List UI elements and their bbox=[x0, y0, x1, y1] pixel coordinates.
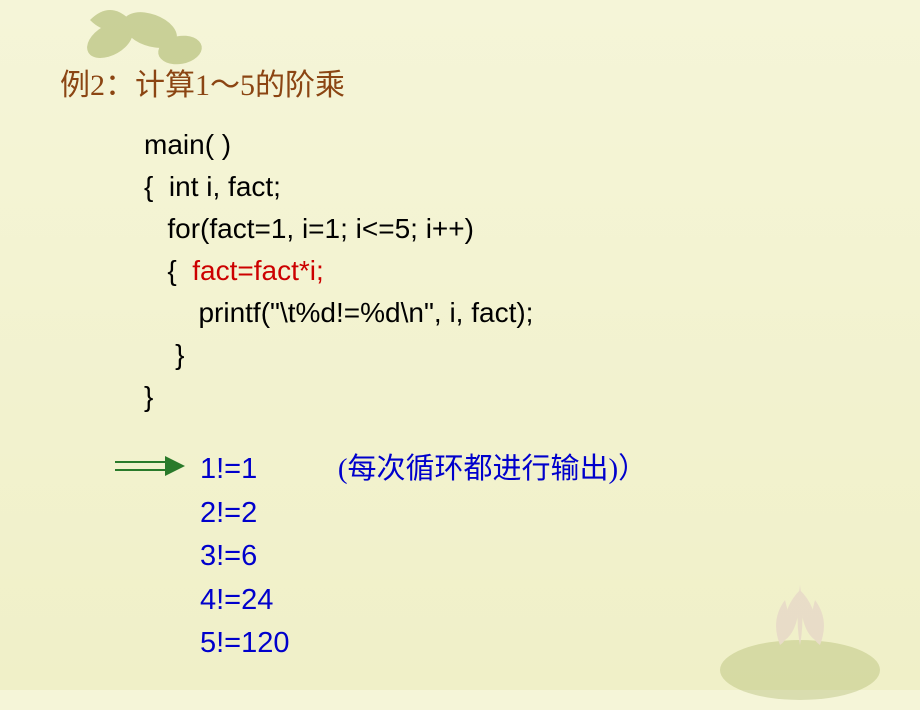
code-line-1: main( ) bbox=[144, 129, 231, 160]
code-line-6: } bbox=[144, 339, 184, 370]
code-line-5: printf("\t%d!=%d\n", i, fact); bbox=[144, 297, 533, 328]
arrow-icon bbox=[115, 456, 185, 476]
slide-content: 例2：计算1～5的阶乘 main( ) { int i, fact; for(f… bbox=[0, 0, 920, 666]
code-line-7: } bbox=[144, 381, 153, 412]
output-block: 1!=1 (每次循环都进行输出)） 2!=2 3!=6 4!=24 5!=120 bbox=[200, 448, 647, 666]
output-line-1-result: 1!=1 bbox=[200, 453, 257, 485]
output-line-3: 3!=6 bbox=[200, 540, 257, 572]
output-line-5: 5!=120 bbox=[200, 627, 290, 659]
code-block: main( ) { int i, fact; for(fact=1, i=1; … bbox=[144, 124, 860, 418]
example-title: 例2：计算1～5的阶乘 bbox=[60, 60, 860, 104]
arrow-container bbox=[115, 448, 200, 481]
output-line-2: 2!=2 bbox=[200, 497, 257, 529]
code-line-2: { int i, fact; bbox=[144, 171, 281, 202]
code-line-4-open: { bbox=[144, 255, 192, 286]
output-section: 1!=1 (每次循环都进行输出)） 2!=2 3!=6 4!=24 5!=120 bbox=[115, 448, 860, 666]
code-line-3: for(fact=1, i=1; i<=5; i++) bbox=[144, 213, 474, 244]
output-line-1-note: (每次循环都进行输出)） bbox=[338, 453, 647, 485]
output-line-1-spacing bbox=[257, 453, 338, 485]
output-line-4: 4!=24 bbox=[200, 584, 273, 616]
code-line-4-highlight: fact=fact*i; bbox=[192, 255, 324, 286]
